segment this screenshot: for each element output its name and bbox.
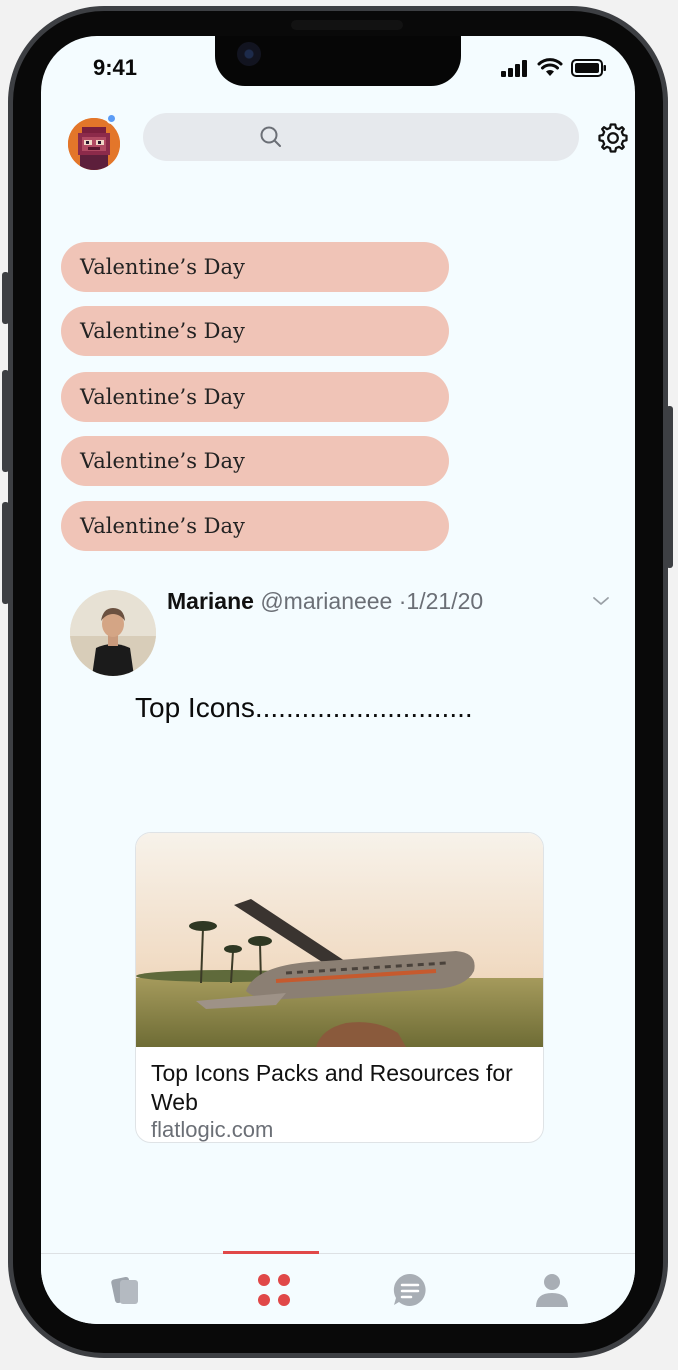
- tab-profile[interactable]: [512, 1254, 592, 1324]
- app-screen: 9:41 Valentine’s Day Valentine’s Day Val…: [41, 36, 635, 1324]
- status-time: 9:41: [93, 55, 138, 80]
- volume-down-button: [2, 502, 9, 604]
- topic-pill[interactable]: Valentine’s Day: [61, 501, 449, 551]
- power-button: [666, 406, 673, 568]
- speaker-grille: [291, 20, 403, 30]
- topic-pill[interactable]: Valentine’s Day: [61, 306, 449, 356]
- chevron-down-icon[interactable]: [591, 594, 611, 608]
- volume-up-button: [2, 370, 9, 472]
- profile-icon: [536, 1273, 568, 1307]
- author-photo: [70, 590, 156, 676]
- topic-pill[interactable]: Valentine’s Day: [61, 372, 449, 422]
- wifi-icon: [537, 58, 563, 76]
- topic-pill[interactable]: Valentine’s Day: [61, 242, 449, 292]
- grid-dots-icon: [258, 1273, 290, 1306]
- search-input[interactable]: [143, 113, 579, 161]
- tab-messages[interactable]: [370, 1254, 450, 1324]
- message-icon: [393, 1273, 426, 1306]
- link-preview-card[interactable]: Top Icons Packs and Resources for Web fl…: [135, 832, 544, 1143]
- silent-switch: [2, 272, 9, 324]
- user-avatar[interactable]: [68, 118, 120, 170]
- topic-pill[interactable]: Valentine’s Day: [61, 436, 449, 486]
- gear-icon[interactable]: [595, 120, 631, 156]
- post-text: Top Icons............................: [135, 692, 473, 723]
- pixel-avatar-image: [68, 118, 120, 170]
- author-handle[interactable]: @marianeee: [260, 588, 392, 614]
- search-icon: [260, 126, 281, 147]
- post-author-avatar[interactable]: [70, 590, 156, 676]
- link-title: Top Icons Packs and Resources for Web: [151, 1060, 513, 1115]
- tab-bar: [41, 1251, 635, 1324]
- cards-icon: [111, 1276, 138, 1304]
- author-name[interactable]: Mariane: [167, 588, 254, 614]
- notification-dot: [106, 113, 117, 124]
- post-date: ·1/21/20: [398, 588, 484, 614]
- status-icons: [501, 58, 607, 77]
- post-header: Mariane @marianeee ·1/21/20: [167, 588, 483, 615]
- battery-icon: [571, 58, 606, 77]
- tab-home[interactable]: [234, 1254, 314, 1324]
- link-preview-image: [136, 833, 543, 1047]
- signal-icon: [501, 59, 527, 77]
- camera-icon: [237, 42, 261, 66]
- tab-cards[interactable]: [86, 1254, 166, 1324]
- link-domain: flatlogic.com: [151, 1117, 274, 1142]
- notch: [215, 36, 461, 86]
